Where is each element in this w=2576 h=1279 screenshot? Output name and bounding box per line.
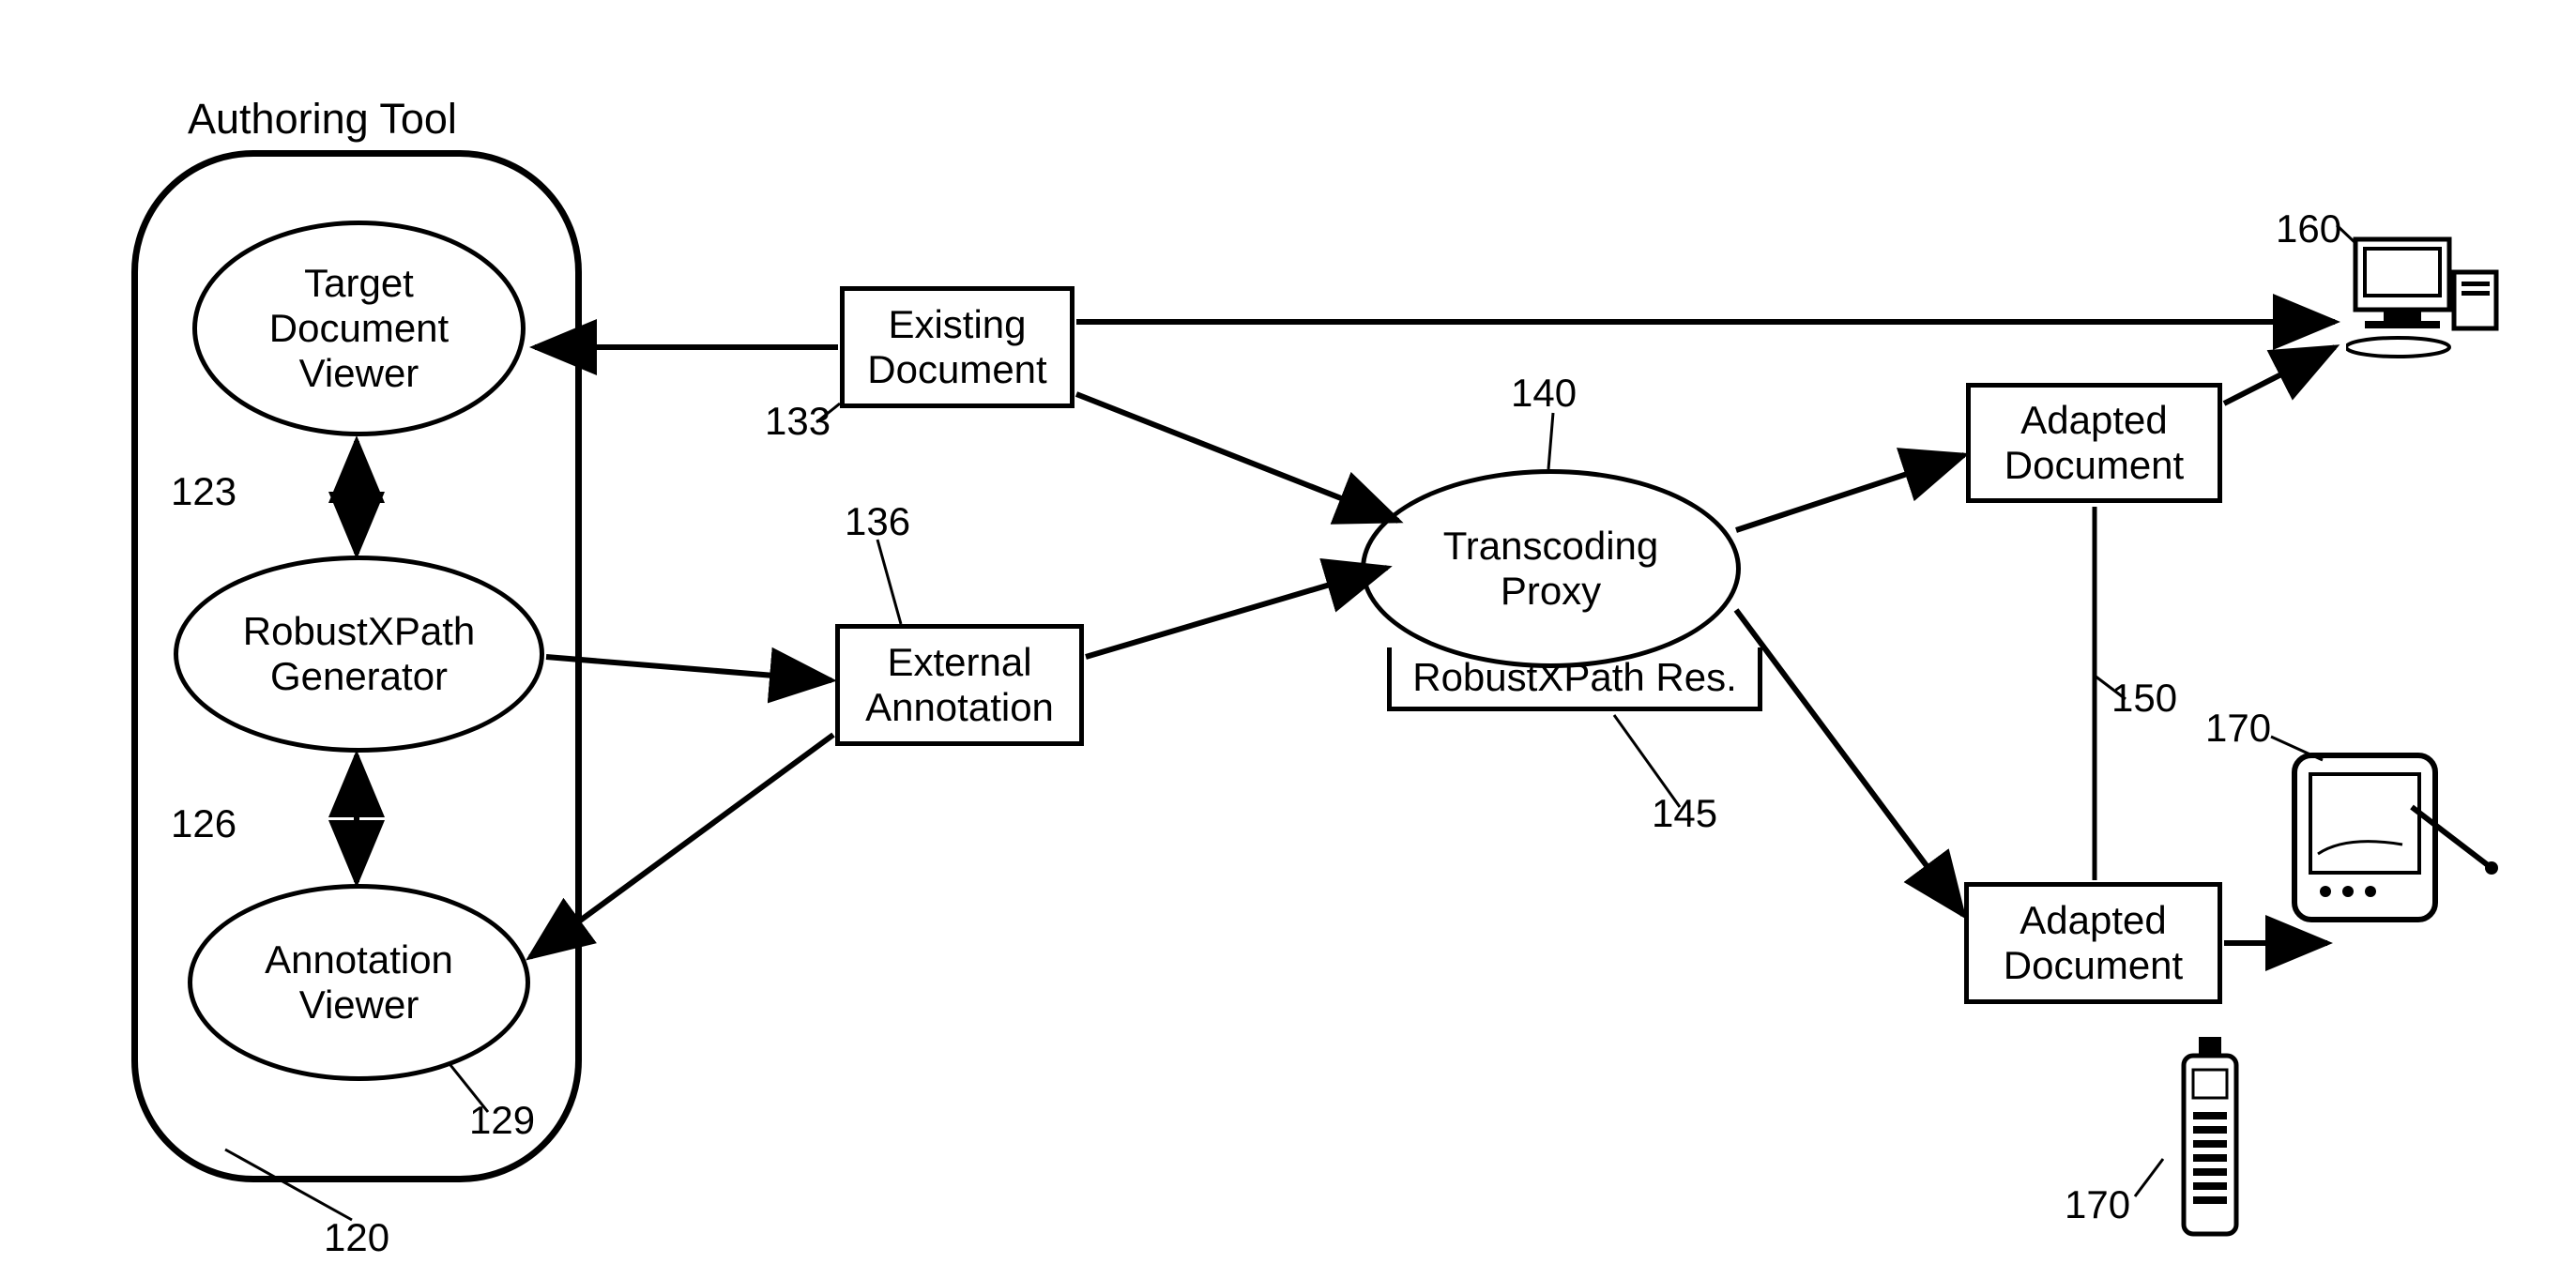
annotation-viewer-label: Annotation Viewer	[265, 937, 453, 1028]
transcoding-proxy-label: Transcoding Proxy	[1443, 524, 1659, 614]
external-annotation-label: External Annotation	[865, 640, 1054, 730]
pda-icon	[2280, 741, 2506, 938]
ref-170b: 170	[2065, 1182, 2130, 1227]
robustxpath-generator-label: RobustXPath Generator	[243, 609, 476, 699]
adapted-document-2-box: Adapted Document	[1964, 882, 2222, 1004]
existing-document-box: Existing Document	[840, 286, 1075, 408]
ref-145: 145	[1652, 791, 1717, 836]
robustxpath-res-label: RobustXPath Res.	[1412, 655, 1737, 699]
authoring-tool-title: Authoring Tool	[188, 94, 457, 145]
phone-icon	[2163, 1037, 2257, 1253]
target-document-viewer-node: Target Document Viewer	[192, 221, 526, 436]
external-annotation-box: External Annotation	[835, 624, 1084, 746]
ref-133: 133	[765, 399, 831, 444]
ref-129: 129	[469, 1098, 535, 1143]
transcoding-proxy-node: Transcoding Proxy	[1361, 469, 1741, 668]
target-document-viewer-label: Target Document Viewer	[269, 261, 449, 396]
existing-document-label: Existing Document	[867, 302, 1046, 392]
adapted-document-1-label: Adapted Document	[2004, 398, 2184, 488]
ref-140: 140	[1511, 371, 1577, 416]
ref-150: 150	[2111, 676, 2177, 721]
robustxpath-res-box: RobustXPath Res.	[1387, 647, 1762, 711]
computer-icon	[2346, 230, 2506, 361]
ref-170a: 170	[2205, 706, 2271, 751]
ref-120: 120	[324, 1215, 389, 1260]
adapted-document-2-label: Adapted Document	[2004, 898, 2183, 988]
ref-126: 126	[171, 801, 236, 846]
ref-136: 136	[845, 499, 910, 544]
ref-160: 160	[2276, 206, 2341, 251]
ref-123: 123	[171, 469, 236, 514]
adapted-document-1-box: Adapted Document	[1966, 383, 2222, 503]
annotation-viewer-node: Annotation Viewer	[188, 884, 530, 1081]
robustxpath-generator-node: RobustXPath Generator	[174, 556, 544, 753]
